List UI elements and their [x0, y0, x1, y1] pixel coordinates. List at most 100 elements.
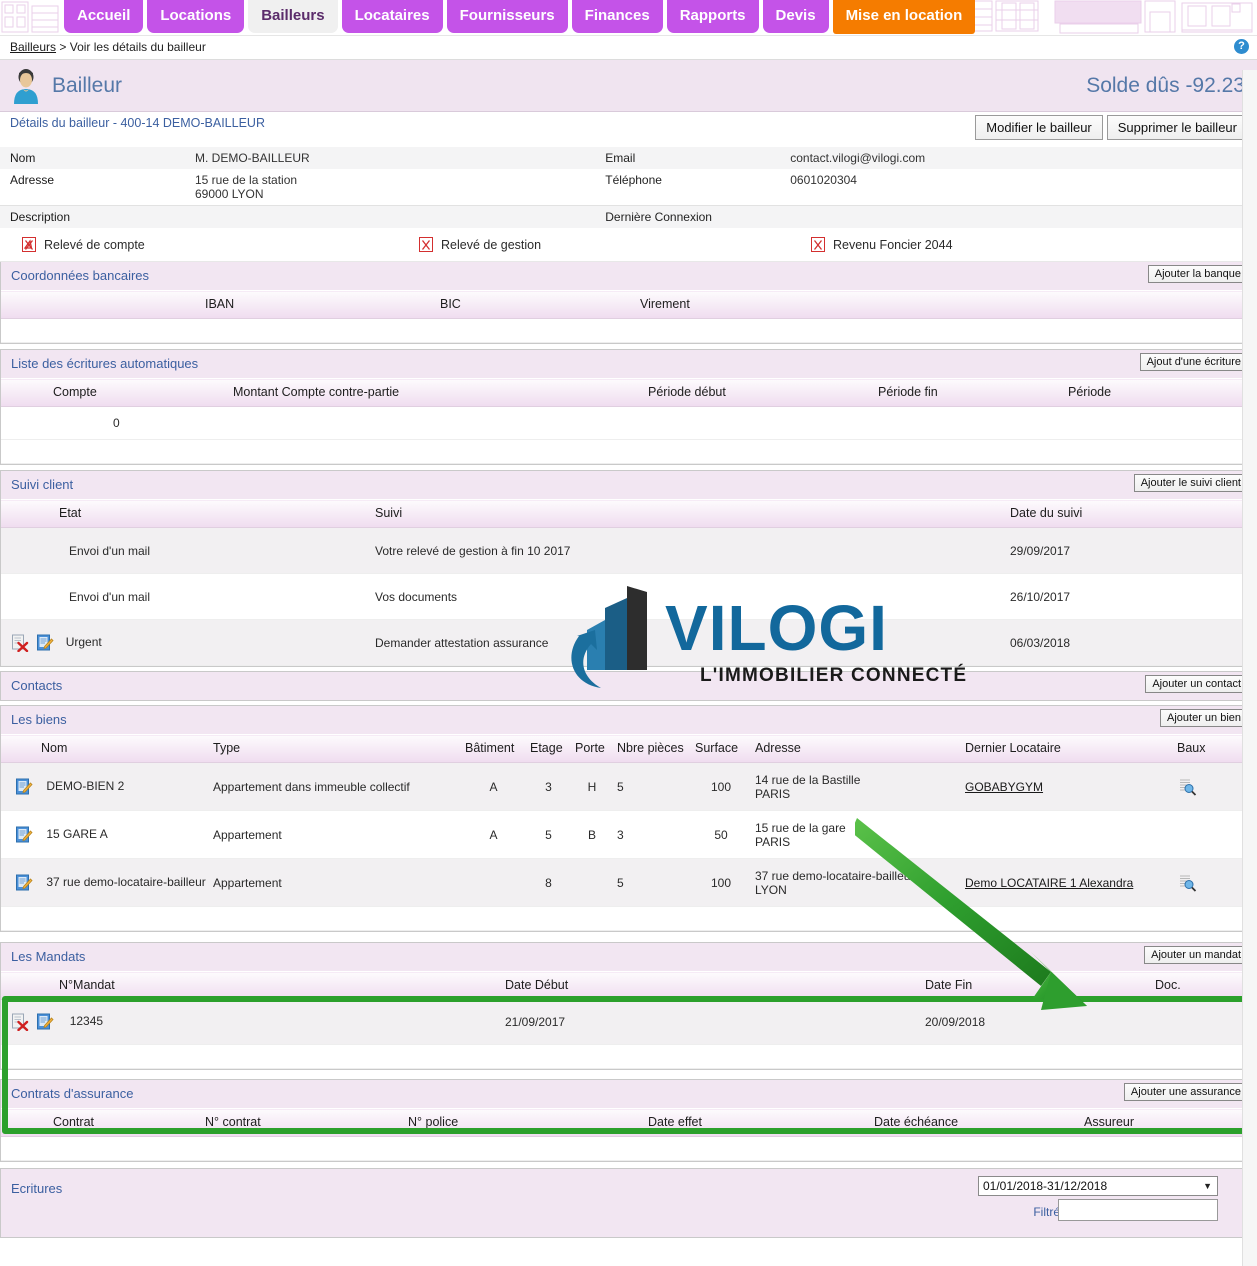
cell-debut — [644, 406, 874, 440]
nav-tab-bailleurs[interactable]: Bailleurs — [248, 0, 338, 33]
label-nom: Nom — [0, 147, 185, 169]
period-select[interactable] — [978, 1176, 1218, 1196]
nav-tab-devis[interactable]: Devis — [762, 0, 829, 33]
auto-entries-header-row: Compte Montant Compte contre-partie Péri… — [1, 378, 1256, 407]
add-bien-button[interactable]: Ajouter un bien — [1160, 709, 1248, 727]
nav-tab-finances[interactable]: Finances — [571, 0, 663, 33]
bank-section-title: Coordonnées bancaires — [11, 268, 150, 283]
edit-icon[interactable] — [15, 874, 33, 892]
cell-suivi: Votre relevé de gestion à fin 10 2017 — [371, 527, 1006, 574]
cell-mandat-fin: 20/09/2018 — [921, 999, 1151, 1045]
edit-icon[interactable] — [36, 634, 54, 652]
table-row: Envoi d'un mail Votre relevé de gestion … — [1, 527, 1256, 574]
breadcrumb-separator: > — [59, 40, 67, 54]
add-mandat-button[interactable]: Ajouter un mandat — [1144, 946, 1248, 964]
vertical-scrollbar[interactable] — [1242, 70, 1257, 1266]
section-suivi-client: Suivi client Ajouter le suivi client Eta… — [0, 470, 1257, 667]
delete-bailleur-button[interactable]: Supprimer le bailleur — [1106, 115, 1248, 140]
releve-de-gestion-link[interactable]: Relevé de gestion — [397, 237, 789, 253]
label-adresse: Adresse — [10, 173, 55, 187]
biens-table: Nom Type Bâtiment Etage Porte Nbre pièce… — [1, 734, 1256, 931]
add-assurance-button[interactable]: Ajouter une assurance — [1123, 1083, 1248, 1101]
cell-pieces: 5 — [613, 858, 691, 907]
value-description — [185, 205, 596, 228]
bailleur-details-table: Nom M. DEMO-BAILLEUR Email contact.vilog… — [0, 147, 1257, 228]
breadcrumb: Bailleurs > Voir les détails du bailleur… — [0, 36, 1257, 60]
revenu-foncier-link[interactable]: Revenu Foncier 2044 — [789, 237, 953, 253]
edit-icon[interactable] — [15, 826, 33, 844]
nav-tab-locations[interactable]: Locations — [147, 0, 245, 33]
cell-etat: Envoi d'un mail — [1, 573, 371, 620]
col-periode: Période — [1064, 378, 1256, 407]
releve-de-compte-label: Relevé de compte — [44, 238, 145, 252]
cell-fin — [874, 406, 1064, 440]
cell-mandat-numero-label: 12345 — [69, 1014, 104, 1029]
table-row: 0 — [1, 406, 1256, 440]
cell-surface: 100 — [691, 762, 751, 811]
section-ecritures-automatiques: Liste des écritures automatiques Ajout d… — [0, 349, 1257, 465]
value-nom: M. DEMO-BAILLEUR — [185, 147, 596, 169]
breadcrumb-root-link[interactable]: Bailleurs — [10, 40, 56, 54]
filter-input[interactable] — [1058, 1199, 1218, 1221]
col-batiment: Bâtiment — [461, 734, 526, 763]
nav-tab-mise-en-location[interactable]: Mise en location — [832, 0, 976, 34]
detail-row-nom: Nom M. DEMO-BAILLEUR Email contact.vilog… — [0, 147, 1257, 169]
col-etat: Etat — [1, 499, 371, 528]
cell-adresse: 14 rue de la Bastille PARIS — [751, 762, 961, 811]
nav-tab-rapports[interactable]: Rapports — [666, 0, 759, 33]
suivi-section-header: Suivi client Ajouter le suivi client — [1, 471, 1256, 499]
col-suivi: Suivi — [371, 499, 1006, 528]
pdf-icon — [419, 237, 433, 252]
cell-nom-label: 37 rue demo-locataire-bailleur — [46, 874, 206, 889]
page-title: Bailleur — [52, 73, 123, 97]
col-date-fin: Date Fin — [921, 971, 1151, 1000]
delete-icon[interactable] — [11, 634, 29, 652]
assurance-empty-row — [1, 1136, 1256, 1161]
page-root: Accueil Locations Bailleurs Locataires F… — [0, 0, 1257, 1266]
label-email: Email — [595, 147, 781, 169]
nav-tab-accueil[interactable]: Accueil — [64, 0, 144, 33]
label-description: Description — [0, 205, 185, 228]
bank-col-blank — [1, 290, 201, 319]
biens-section-title: Les biens — [11, 712, 67, 727]
col-montant-contrepartie: Montant Compte contre-partie — [229, 378, 644, 407]
cell-montant — [229, 406, 644, 440]
cell-etat-with-icons: Urgent — [1, 619, 371, 666]
delete-icon[interactable] — [11, 1013, 29, 1031]
table-row: 37 rue demo-locataire-bailleur Apparteme… — [1, 858, 1256, 907]
cell-nom: DEMO-BIEN 2 — [1, 762, 209, 811]
cell-mandat-doc — [1151, 999, 1256, 1045]
pdf-links-row: Relevé de compte Relevé de gestion Reven… — [0, 228, 1257, 262]
edit-icon[interactable] — [15, 778, 33, 796]
add-suivi-client-button[interactable]: Ajouter le suivi client — [1133, 474, 1248, 492]
col-periode-debut: Période début — [644, 378, 874, 407]
cell-surface: 100 — [691, 858, 751, 907]
search-doc-icon[interactable] — [1177, 873, 1197, 893]
chevron-down-icon[interactable]: ▼ — [1203, 1181, 1212, 1191]
cell-adresse: 15 rue de la gare PARIS — [751, 810, 961, 859]
bank-section-header: Coordonnées bancaires Ajouter la banque — [1, 262, 1256, 290]
col-compte: Compte — [1, 378, 229, 407]
add-contact-button[interactable]: Ajouter un contact — [1145, 675, 1248, 693]
search-doc-icon[interactable] — [1177, 777, 1197, 797]
cell-locataire-link[interactable]: Demo LOCATAIRE 1 Alexandra — [965, 876, 1133, 890]
nav-tab-locataires[interactable]: Locataires — [341, 0, 443, 33]
add-auto-entry-button[interactable]: Ajout d'une écriture — [1139, 353, 1248, 371]
section-contrats-assurance: Contrats d'assurance Ajouter une assuran… — [0, 1079, 1257, 1162]
cell-etat-label: Urgent — [65, 634, 102, 649]
mandats-section-title: Les Mandats — [11, 949, 86, 964]
col-contrat: Contrat — [1, 1108, 201, 1137]
edit-icon[interactable] — [36, 1013, 54, 1031]
col-date-echeance: Date échéance — [870, 1108, 1080, 1137]
cell-locataire-link[interactable]: GOBABYGYM — [965, 780, 1043, 794]
value-derniere-connexion — [780, 205, 1257, 228]
releve-de-compte-link[interactable]: Relevé de compte — [0, 237, 397, 253]
assurance-table: Contrat N° contrat N° police Date effet … — [1, 1108, 1256, 1161]
cell-date: 26/10/2017 — [1006, 573, 1256, 620]
suivi-header-row: Etat Suivi Date du suivi — [1, 499, 1256, 528]
nav-tab-fournisseurs[interactable]: Fournisseurs — [446, 0, 568, 33]
suivi-client-table: Etat Suivi Date du suivi Envoi d'un mail… — [1, 499, 1256, 666]
help-icon[interactable]: ? — [1234, 39, 1249, 54]
add-bank-button[interactable]: Ajouter la banque — [1147, 265, 1248, 283]
edit-bailleur-button[interactable]: Modifier le bailleur — [975, 115, 1103, 140]
